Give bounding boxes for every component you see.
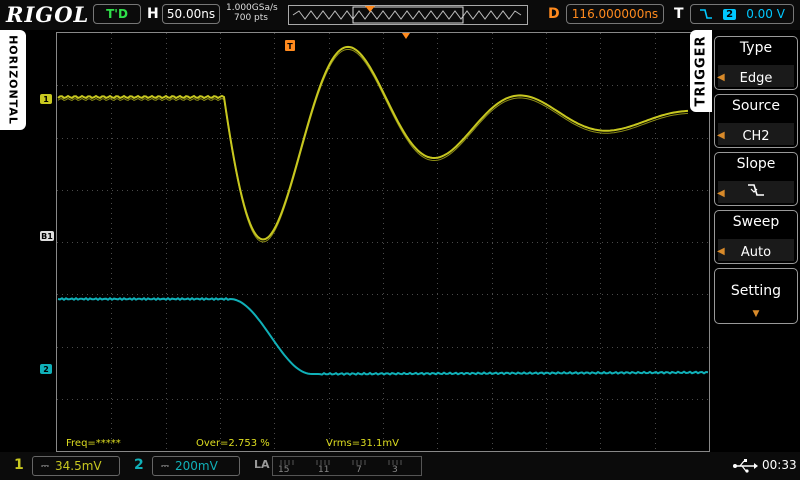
trigger-position-label: T	[287, 42, 293, 51]
meas-overshoot: Over=2.753 %	[196, 438, 270, 449]
ch1-scale-box[interactable]: ⎓ 34.5mV	[32, 456, 120, 476]
menu-slope-value	[715, 182, 797, 202]
menu-setting-title: Setting	[730, 283, 782, 299]
la-digit-11: 11	[318, 465, 330, 475]
la-digit-7: 7	[356, 465, 362, 475]
menu-source[interactable]: Source ◀ CH2	[714, 94, 798, 148]
la-channel-box[interactable]: 15 11 7 3	[272, 456, 422, 476]
ch1-marker-label: 1	[43, 95, 49, 104]
ch1-scale: 34.5mV	[54, 459, 102, 473]
trigger-menu: TRIGGER Type ◀ Edge Source ◀ CH2 Slope ◀…	[690, 30, 800, 452]
meas-vrms: Vrms=31.1mV	[326, 438, 399, 449]
graticule-grid	[57, 33, 708, 449]
channel-status-bar: 1 ⎓ 34.5mV 2 ⎓ 200mV LA 15 11 7 3 00:33	[0, 452, 800, 480]
ch1-waveform-trace	[57, 48, 689, 243]
menu-source-title: Source	[731, 98, 781, 114]
meas-frequency: Freq=*****	[66, 438, 121, 449]
chevron-down-icon: ▼	[752, 309, 760, 319]
ch1-label: 1	[14, 457, 24, 473]
la-ticks	[280, 460, 402, 465]
menu-type[interactable]: Type ◀ Edge	[714, 36, 798, 90]
menu-type-value: Edge	[739, 71, 773, 86]
ch2-label: 2	[134, 457, 144, 473]
menu-setting[interactable]: Setting ▼	[714, 268, 798, 324]
trigger-tab-label: TRIGGER	[693, 35, 709, 107]
ch2-scale-box[interactable]: ⎓ 200mV	[152, 456, 240, 476]
dc-coupling-icon: ⎓	[161, 460, 169, 472]
ch1-marker: 1	[40, 94, 52, 104]
menu-slope[interactable]: Slope ◀	[714, 152, 798, 206]
menu-sweep-title: Sweep	[732, 214, 780, 230]
menu-slope-title: Slope	[736, 156, 776, 172]
menu-source-value: CH2	[742, 129, 770, 144]
menu-type-title: Type	[739, 40, 773, 56]
waveform-display: 1 B1 2 T	[40, 33, 709, 449]
la-label: LA	[254, 458, 270, 471]
falling-edge-icon	[748, 184, 764, 196]
ref-marker-label: B1	[41, 232, 53, 241]
trigger-level-icon	[402, 33, 410, 39]
usb-icon	[733, 459, 758, 473]
la-digit-15: 15	[278, 465, 290, 475]
ch2-marker-label: 2	[43, 365, 49, 374]
ch2-marker: 2	[40, 364, 52, 374]
la-digit-3: 3	[392, 465, 398, 475]
ref-marker: B1	[40, 231, 54, 241]
clock: 00:33	[762, 458, 797, 472]
menu-sweep-value: Auto	[740, 245, 772, 260]
dc-coupling-icon: ⎓	[41, 460, 49, 472]
menu-sweep[interactable]: Sweep ◀ Auto	[714, 210, 798, 264]
trigger-tab[interactable]: TRIGGER	[690, 30, 712, 112]
ch2-scale: 200mV	[174, 459, 218, 473]
trigger-position-marker: T	[285, 40, 295, 51]
